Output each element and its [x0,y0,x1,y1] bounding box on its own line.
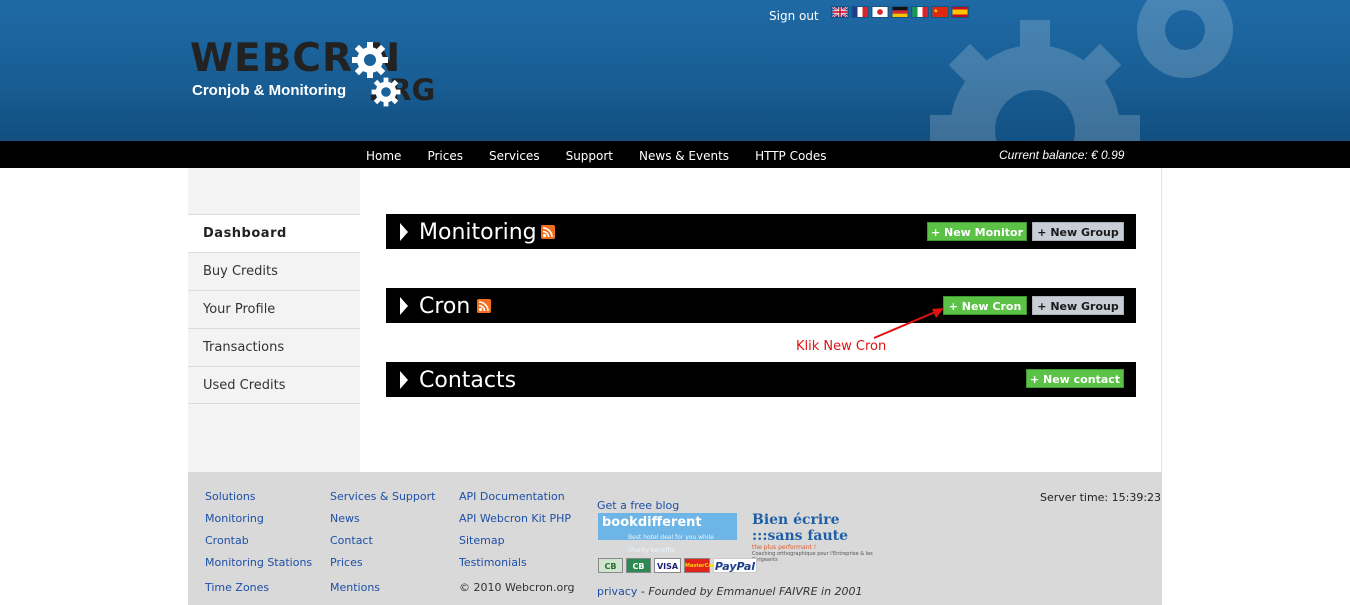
sidebar-item-buy-credits[interactable]: Buy Credits [188,252,360,290]
footer-link[interactable]: Crontab [205,535,312,557]
sidebar-item-used-credits[interactable]: Used Credits [188,366,360,404]
expand-triangle-icon[interactable] [400,371,408,389]
monitoring-section-header[interactable]: Monitoring + New Monitor + New Group [386,214,1136,249]
nav-support[interactable]: Support [566,141,613,168]
footer-copyright-item: © 2010 Webcron.org [459,582,575,604]
annotation-text: Klik New Cron [796,339,887,354]
footer-link-mentions[interactable]: Mentions [330,581,380,594]
footer-link[interactable]: Time Zones [205,582,312,604]
new-monitor-group-button[interactable]: + New Group [1032,222,1124,241]
bookdifferent-tagline: Best hotel deal for you while charity be… [628,534,714,554]
mastercard-icon: MasterCard [684,558,718,573]
footer-link[interactable]: Solutions [205,491,312,513]
payment-methods: CB CB VISA MasterCard PayPal [598,558,757,573]
cb-logo-icon: CB [626,558,651,573]
footer-link-solutions[interactable]: Solutions [205,490,256,503]
footer-column-3: API Documentation API Webcron Kit PHP Si… [459,491,575,604]
new-cron-button[interactable]: + New Cron [943,296,1027,315]
footer-link-news[interactable]: News [330,512,360,525]
bien-ecrire-subtitle: Coaching orthographique pour l'Entrepris… [752,551,873,563]
expand-triangle-icon[interactable] [400,223,408,241]
flag-uk-icon[interactable] [831,6,849,18]
language-flags [831,6,969,18]
cb-card-icon: CB [598,558,623,573]
flag-italy-icon[interactable] [911,6,929,18]
main-navigation: Home Prices Services Support News & Even… [0,141,1350,168]
founded-text: Founded by Emmanuel FAIVRE in 2001 [648,585,863,598]
footer-link[interactable]: Monitoring Stations [205,557,312,582]
footer-link-testimonials[interactable]: Testimonials [459,556,527,569]
rss-icon[interactable] [541,225,555,239]
paypal-icon: PayPal [713,558,757,573]
nav-services[interactable]: Services [489,141,540,168]
footer-link-crontab[interactable]: Crontab [205,534,249,547]
footer-link-monitoring-stations[interactable]: Monitoring Stations [205,556,312,569]
footer-link-time-zones[interactable]: Time Zones [205,581,269,594]
footer-column-1: Solutions Monitoring Crontab Monitoring … [205,491,312,604]
footer-copyright: © 2010 Webcron.org [459,581,575,594]
footer-link[interactable]: Services & Support [330,491,435,513]
expand-triangle-icon[interactable] [400,297,408,315]
new-contact-button[interactable]: + New contact [1026,369,1124,388]
sign-out-link[interactable]: Sign out [769,9,819,23]
site-header: Sign out WEBCR N . RG Cronjob & Monitori… [0,0,1350,141]
footer-link-contact[interactable]: Contact [330,534,373,547]
visa-icon: VISA [654,558,681,573]
new-cron-group-button[interactable]: + New Group [1032,296,1124,315]
footer-link[interactable]: Sitemap [459,535,575,557]
cron-section-header[interactable]: Cron + New Cron + New Group [386,288,1136,323]
sidebar-item-transactions[interactable]: Transactions [188,328,360,366]
cron-title: Cron [419,294,471,319]
logo-small-gear-icon [371,77,401,107]
sidebar-item-dashboard[interactable]: Dashboard [188,214,360,252]
footer-column-2: Services & Support News Contact Prices M… [330,491,435,604]
gear-decoration-icon [930,0,1233,141]
footer-link[interactable]: API Webcron Kit PHP [459,513,575,535]
flag-france-icon[interactable] [851,6,869,18]
bien-ecrire-banner[interactable]: Bien écrire :::sans faute the plus perfo… [752,512,882,563]
free-blog-link[interactable]: Get a free blog [597,499,679,512]
bien-ecrire-logo: Bien écrire :::sans faute [752,512,849,544]
footer-link[interactable]: Prices [330,557,435,582]
footer-link[interactable]: Monitoring [205,513,312,535]
rss-icon[interactable] [477,299,491,313]
footer-link[interactable]: Testimonials [459,557,575,582]
footer-link[interactable]: News [330,513,435,535]
flag-china-icon[interactable] [931,6,949,18]
nav-prices[interactable]: Prices [427,141,463,168]
logo-tagline: Cronjob & Monitoring [192,82,347,99]
footer-link[interactable]: Mentions [330,582,435,604]
footer-link-api-documentation[interactable]: API Documentation [459,490,565,503]
sidebar-item-your-profile[interactable]: Your Profile [188,290,360,328]
bookdifferent-banner[interactable]: bookdifferent Best hotel deal for you wh… [598,513,737,554]
server-time: Server time: 15:39:23 [1040,491,1162,504]
flag-spain-icon[interactable] [951,6,969,18]
footer-link-sitemap[interactable]: Sitemap [459,534,505,547]
footer-link-api-kit-php[interactable]: API Webcron Kit PHP [459,512,571,525]
footer-link[interactable]: API Documentation [459,491,575,513]
footer-link-services-support[interactable]: Services & Support [330,490,435,503]
bien-ecrire-tagline: the plus performant ! [752,544,817,551]
sidebar-menu: Dashboard Buy Credits Your Profile Trans… [188,214,360,404]
new-monitor-button[interactable]: + New Monitor [927,222,1027,241]
nav-http-codes[interactable]: HTTP Codes [755,141,827,168]
bookdifferent-logo: bookdifferent [602,515,702,530]
monitoring-title: Monitoring [419,220,537,245]
site-footer: Solutions Monitoring Crontab Monitoring … [188,472,1162,605]
sidebar: Dashboard Buy Credits Your Profile Trans… [188,168,360,472]
privacy-link[interactable]: privacy [597,585,637,598]
footer-link-prices[interactable]: Prices [330,556,363,569]
footer-link[interactable]: Contact [330,535,435,557]
webcron-logo[interactable]: WEBCR N . RG Cronjob & Monitoring [190,38,460,108]
contacts-section-header[interactable]: Contacts + New contact [386,362,1136,397]
nav-news-events[interactable]: News & Events [639,141,729,168]
flag-germany-icon[interactable] [891,6,909,18]
current-balance: Current balance: € 0.99 [999,148,1125,162]
flag-japan-icon[interactable] [871,6,889,18]
contacts-title: Contacts [419,368,517,393]
nav-home[interactable]: Home [366,141,401,168]
footer-link-monitoring[interactable]: Monitoring [205,512,264,525]
footer-privacy-line: privacy - Founded by Emmanuel FAIVRE in … [597,585,863,598]
